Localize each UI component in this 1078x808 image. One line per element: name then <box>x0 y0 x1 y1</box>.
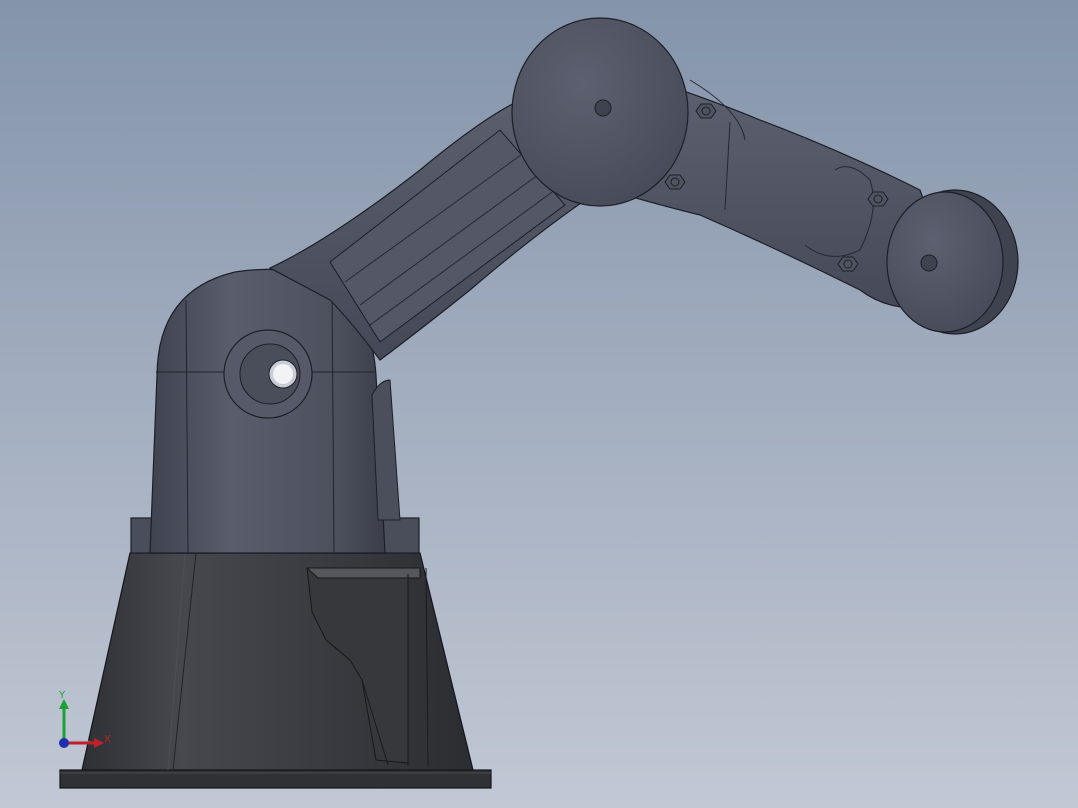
base-plate <box>59 769 492 789</box>
z-axis-dot <box>59 738 69 748</box>
3d-viewport[interactable]: Y X <box>0 0 1078 808</box>
x-axis-arrow <box>94 738 104 748</box>
y-axis-label: Y <box>58 690 66 701</box>
pedestal <box>81 552 474 771</box>
robot-arm-model[interactable] <box>0 0 1078 808</box>
elbow-joint <box>511 17 689 207</box>
axis-triad: Y X <box>58 690 111 748</box>
wrist-joint <box>886 189 1019 335</box>
x-axis-label: X <box>104 734 111 745</box>
